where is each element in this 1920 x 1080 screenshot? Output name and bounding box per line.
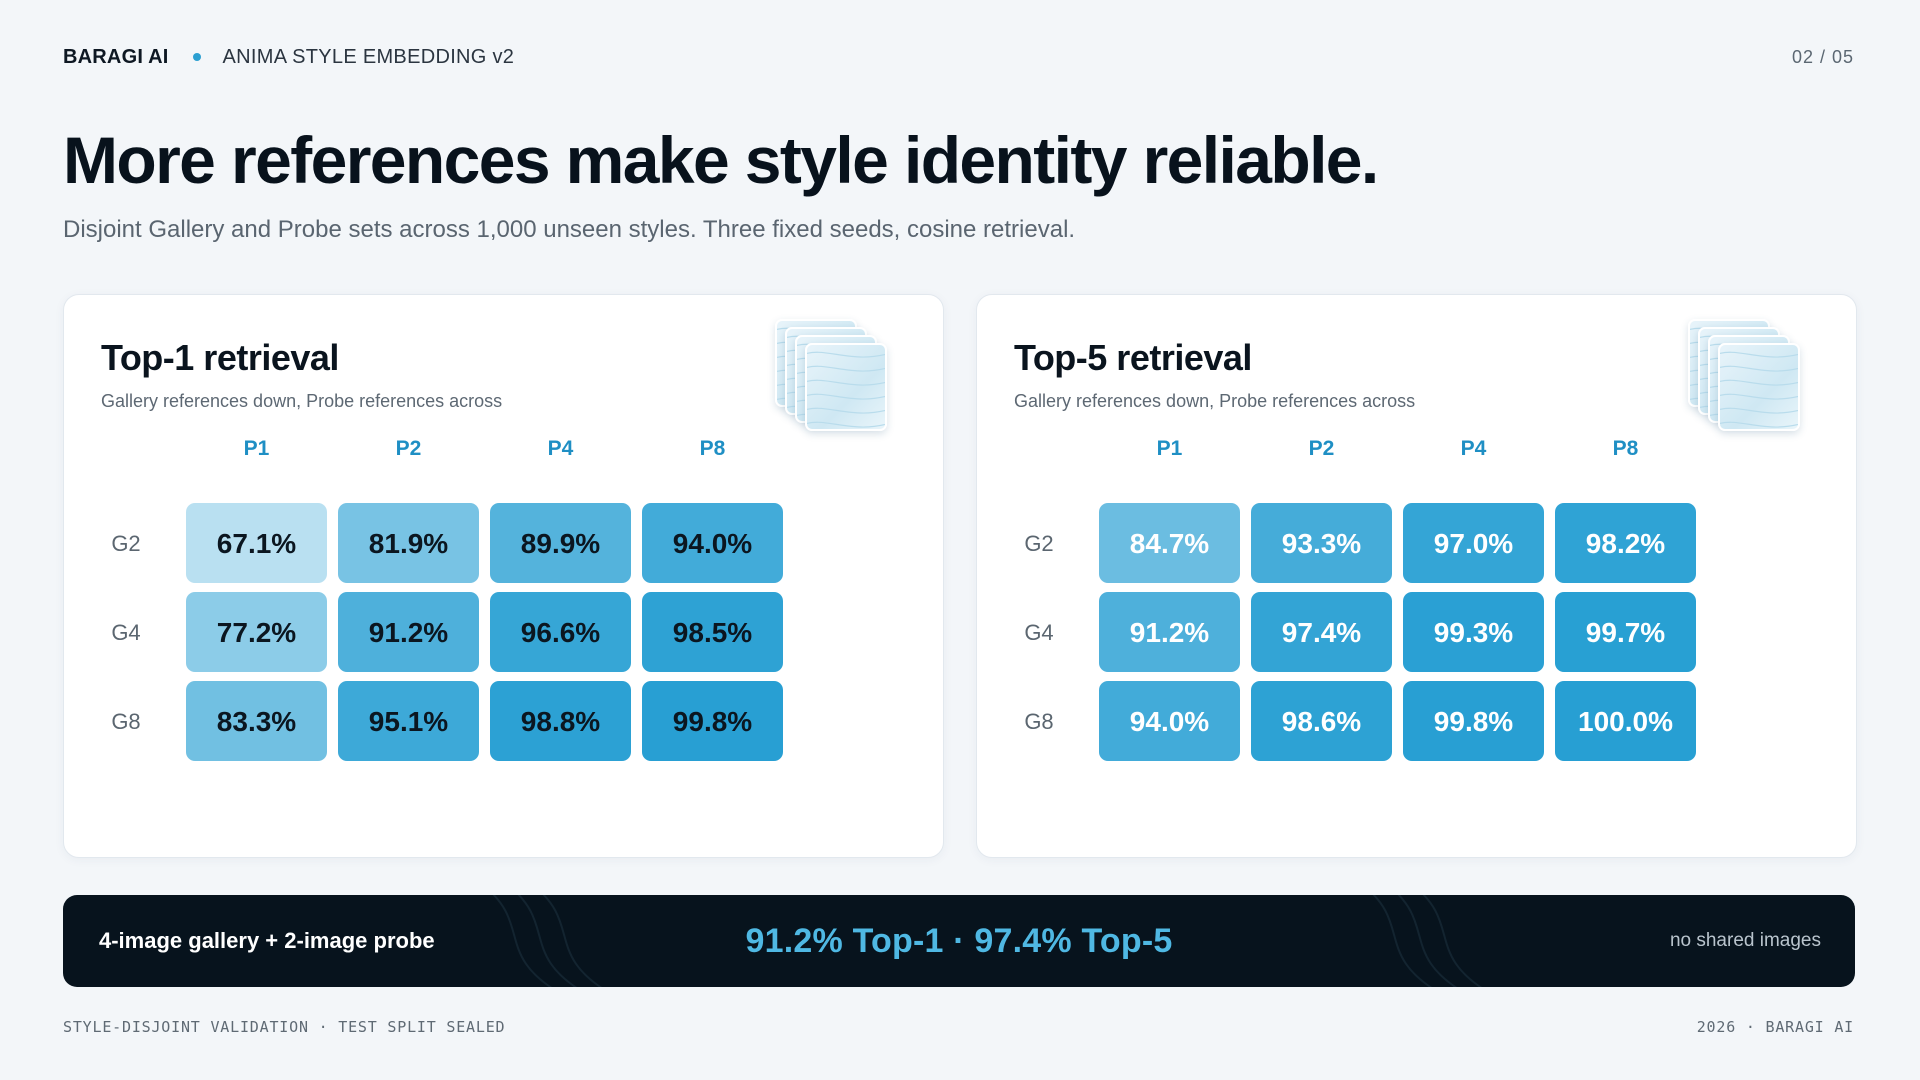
column-label-p1: P1 <box>1157 437 1183 460</box>
footer-right-text: 2026 · BARAGI AI <box>1696 1018 1854 1036</box>
top-bar: BARAGI AI ANIMA STYLE EMBEDDING v2 02 / … <box>63 44 1854 70</box>
headline-metric: 91.2% Top-1 · 97.4% Top-5 <box>745 921 1173 960</box>
column-label-p2: P2 <box>396 437 422 460</box>
heat-cell-value: 89.9% <box>521 528 600 559</box>
separator-dot <box>192 53 201 61</box>
heat-cell-value: 95.1% <box>369 706 448 737</box>
heat-cell-value: 77.2% <box>217 617 296 648</box>
slide-headline: More references make style identity reli… <box>63 123 1379 197</box>
heat-cell-value: 83.3% <box>217 706 296 737</box>
top5-heatmap: P1 P2 P4 P8 G2 G4 G8 84.7% 93.3% 97.0% 98.2% 91.2% 9… <box>1024 437 1696 761</box>
row-label-g4: G4 <box>1024 620 1053 645</box>
project-name: ANIMA STYLE EMBEDDING v2 <box>222 45 515 68</box>
heat-cell-value: 93.3% <box>1282 528 1361 559</box>
heat-cell-value: 81.9% <box>369 528 448 559</box>
page-number: 02 / 05 <box>1791 46 1854 67</box>
row-label-g2: G2 <box>1024 531 1053 556</box>
row-label-g8: G8 <box>1024 709 1053 734</box>
heat-cell-value: 67.1% <box>217 528 296 559</box>
row-label-g8: G8 <box>111 709 140 734</box>
column-label-p4: P4 <box>1461 437 1487 460</box>
heat-cell-value: 99.8% <box>1434 706 1513 737</box>
heat-cell-value: 84.7% <box>1130 528 1209 559</box>
top1-retrieval-card: Top-1 retrieval Gallery references down,… <box>63 294 944 858</box>
disjoint-note: no shared images <box>1669 930 1821 951</box>
row-label-g4: G4 <box>111 620 140 645</box>
heat-cell-value: 91.2% <box>369 617 448 648</box>
heat-cell-value: 98.8% <box>521 706 600 737</box>
heat-cell-value: 98.5% <box>673 617 752 648</box>
heat-cell-value: 94.0% <box>1130 706 1209 737</box>
column-label-p8: P8 <box>1613 437 1639 460</box>
footer: STYLE-DISJOINT VALIDATION · TEST SPLIT S… <box>63 1018 1854 1036</box>
top1-heatmap: P1 P2 P4 P8 G2 G4 G8 67.1% 81.9% 89.9% 94.0% 77.2% 9… <box>111 437 783 761</box>
heat-cell-value: 91.2% <box>1130 617 1209 648</box>
heat-cell-value: 97.0% <box>1434 528 1513 559</box>
heat-cell-value: 98.6% <box>1282 706 1361 737</box>
column-label-p4: P4 <box>548 437 574 460</box>
heat-cell-value: 99.7% <box>1586 617 1665 648</box>
row-label-g2: G2 <box>111 531 140 556</box>
column-label-p1: P1 <box>244 437 270 460</box>
heat-cell-value: 99.8% <box>673 706 752 737</box>
heat-cell-value: 99.3% <box>1434 617 1513 648</box>
footer-left-text: STYLE-DISJOINT VALIDATION · TEST SPLIT S… <box>63 1018 506 1036</box>
slide-subheading: Disjoint Gallery and Probe sets across 1… <box>63 216 1076 243</box>
heat-cell-value: 98.2% <box>1586 528 1665 559</box>
summary-banner: 4-image gallery + 2-image probe 91.2% To… <box>63 895 1855 987</box>
brand-name: BARAGI AI <box>63 45 169 68</box>
top5-retrieval-card: Top-5 retrieval Gallery references down,… <box>976 294 1857 858</box>
heat-cell-value: 94.0% <box>673 528 752 559</box>
column-label-p8: P8 <box>700 437 726 460</box>
heat-cell-value: 100.0% <box>1578 706 1673 737</box>
column-label-p2: P2 <box>1309 437 1335 460</box>
heat-cell-value: 97.4% <box>1282 617 1361 648</box>
heat-cell-value: 96.6% <box>521 617 600 648</box>
